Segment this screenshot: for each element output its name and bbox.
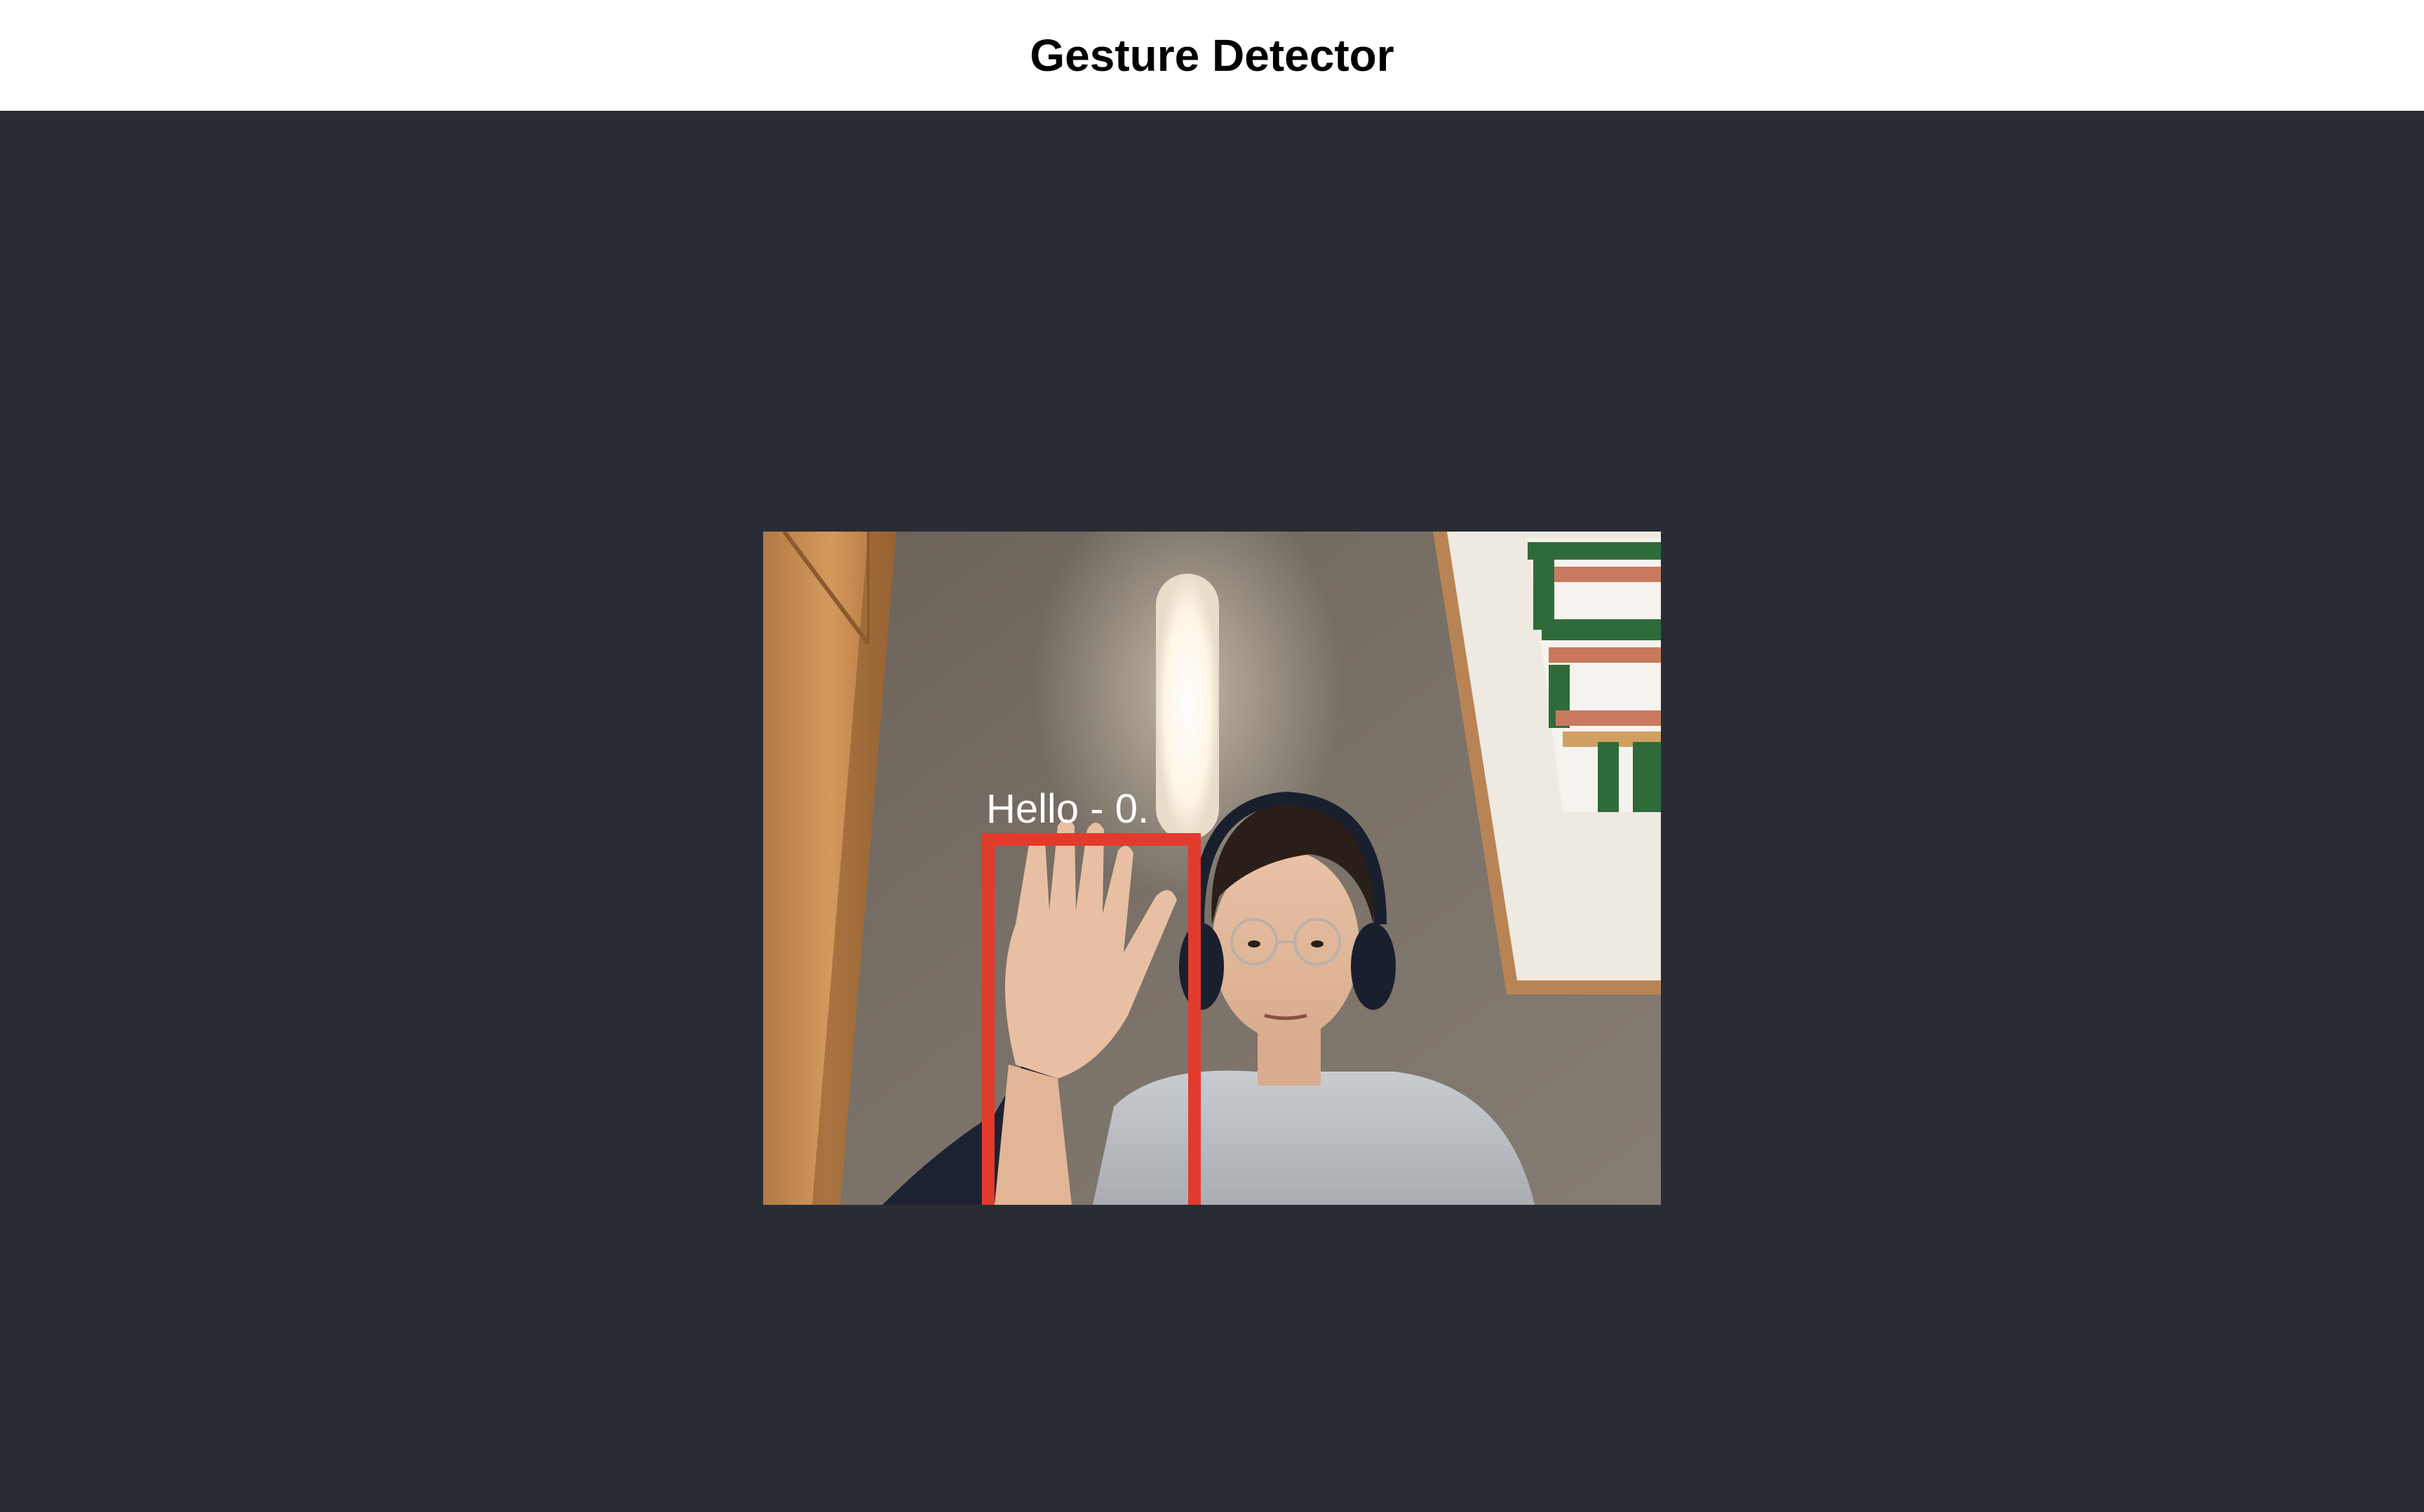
header-bar: Gesture Detector	[0, 0, 2424, 111]
webcam-feed: Hello - 0.	[763, 532, 1661, 1205]
detection-bounding-box	[982, 833, 1201, 1205]
page-title: Gesture Detector	[1030, 30, 1394, 81]
app-root: Gesture Detector Hello - 0.	[0, 0, 2424, 1512]
webcam-image	[763, 532, 1661, 1205]
detection-label: Hello - 0.	[986, 786, 1150, 832]
main-content: Hello - 0.	[0, 111, 2424, 1512]
